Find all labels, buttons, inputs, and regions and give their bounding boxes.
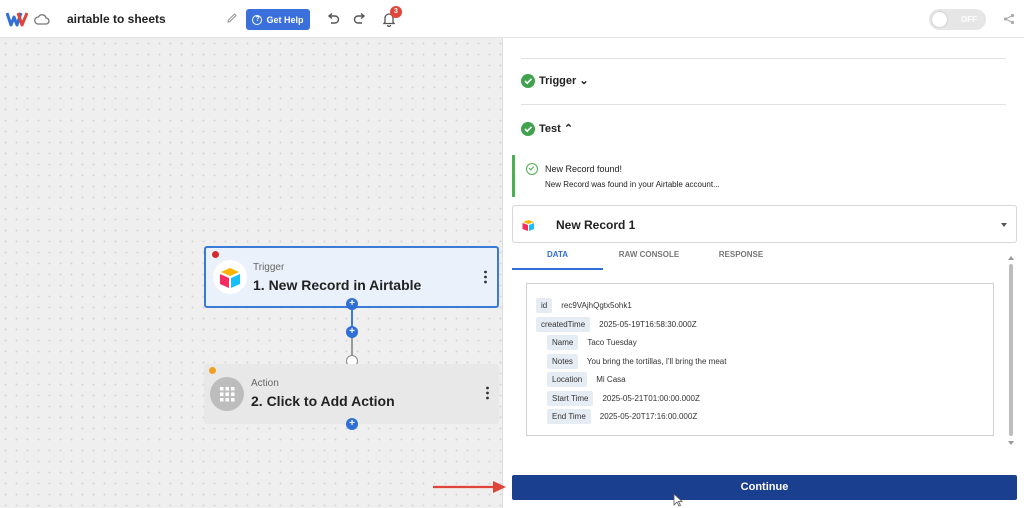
panel-scrollbar[interactable] <box>1008 256 1014 446</box>
airtable-app-icon <box>213 260 247 294</box>
add-step-plus-icon[interactable]: + <box>346 326 358 338</box>
grid-apps-icon <box>210 377 244 411</box>
redo-icon[interactable] <box>353 12 367 26</box>
share-icon[interactable] <box>1003 13 1015 25</box>
trigger-type-label: Trigger <box>253 262 285 273</box>
workflow-on-off-toggle[interactable]: OFF <box>929 9 986 30</box>
data-row: id rec9VAjhQgtx5ohk1 <box>536 298 632 313</box>
dropdown-caret-icon <box>1001 223 1007 227</box>
mouse-cursor-icon <box>673 493 683 507</box>
connector-handle-icon[interactable]: + <box>346 298 358 310</box>
cloud-sync-icon <box>34 14 50 25</box>
data-row: Location Mi Casa <box>547 372 626 387</box>
step-config-panel: Trigger ⌄ Test ⌃ New Record found! New R… <box>502 38 1024 508</box>
record-data-viewer: id rec9VAjhQgtx5ohk1 createdTime 2025-05… <box>526 283 994 436</box>
undo-icon[interactable] <box>326 12 340 26</box>
selected-record-name: New Record 1 <box>556 218 636 232</box>
scroll-down-arrow-icon[interactable] <box>1008 441 1014 445</box>
chevron-up-icon: ⌃ <box>563 123 574 135</box>
get-help-label: Get Help <box>266 14 304 25</box>
continue-button[interactable]: Continue <box>512 475 1017 500</box>
action-step-card[interactable]: Action 2. Click to Add Action <box>204 364 499 424</box>
test-section-header[interactable]: Test ⌃ <box>539 122 573 135</box>
field-key: createdTime <box>536 317 591 332</box>
airtable-app-icon <box>522 220 534 231</box>
field-key: Start Time <box>547 391 594 406</box>
test-section-label: Test <box>539 123 561 135</box>
action-type-label: Action <box>251 378 279 389</box>
more-options-icon[interactable] <box>486 386 489 400</box>
field-value: You bring the tortillas, I'll bring the … <box>586 357 727 366</box>
toggle-knob <box>932 12 947 27</box>
data-row: createdTime 2025-05-19T16:58:30.000Z <box>536 317 697 332</box>
test-complete-check-icon <box>521 122 535 136</box>
data-row: Name Taco Tuesday <box>547 335 637 350</box>
record-select-dropdown[interactable]: New Record 1 <box>512 205 1017 243</box>
warning-indicator-dot <box>209 367 216 374</box>
alert-message: New Record was found in your Airtable ac… <box>545 180 720 189</box>
tab-data[interactable]: DATA <box>512 246 603 270</box>
red-pointer-arrow-icon <box>433 481 506 493</box>
field-key: Name <box>547 335 579 350</box>
data-row: Start Time 2025-05-21T01:00:00.000Z <box>547 391 700 406</box>
section-divider <box>521 58 1006 59</box>
data-row: Notes You bring the tortillas, I'll brin… <box>547 354 726 369</box>
field-value: 2025-05-20T17:16:00.000Z <box>599 412 698 421</box>
trigger-complete-check-icon <box>521 74 535 88</box>
success-alert: New Record found! New Record was found i… <box>512 155 1012 197</box>
app-logo-icon[interactable] <box>6 11 28 27</box>
top-toolbar: airtable to sheets ? Get Help 3 OFF <box>0 0 1024 38</box>
field-key: End Time <box>547 409 591 424</box>
field-key: Notes <box>547 354 578 369</box>
data-row: End Time 2025-05-20T17:16:00.000Z <box>547 409 697 424</box>
field-key: Location <box>547 372 588 387</box>
chevron-down-icon: ⌄ <box>579 75 589 87</box>
error-indicator-dot <box>212 251 219 258</box>
add-action-plus-icon[interactable]: + <box>346 418 358 430</box>
trigger-section-label: Trigger <box>539 75 577 87</box>
field-value: 2025-05-21T01:00:00.000Z <box>602 394 700 403</box>
action-step-name: 2. Click to Add Action <box>251 393 395 409</box>
field-value: Taco Tuesday <box>587 338 637 347</box>
tab-raw-console[interactable]: RAW CONSOLE <box>603 246 695 270</box>
trigger-step-name: 1. New Record in Airtable <box>253 277 422 293</box>
scroll-up-arrow-icon[interactable] <box>1008 256 1014 260</box>
field-value: 2025-05-19T16:58:30.000Z <box>599 320 697 329</box>
notification-count-badge: 3 <box>390 6 402 18</box>
toggle-label: OFF <box>961 15 977 24</box>
workflow-title[interactable]: airtable to sheets <box>67 12 166 26</box>
edit-pencil-icon[interactable] <box>226 12 238 24</box>
get-help-button[interactable]: ? Get Help <box>246 9 310 30</box>
field-value: Mi Casa <box>596 375 626 384</box>
alert-title: New Record found! <box>545 164 623 174</box>
question-icon: ? <box>252 14 263 25</box>
field-value: rec9VAjhQgtx5ohk1 <box>561 301 632 310</box>
step-connector-line-2 <box>351 338 353 355</box>
more-options-icon[interactable] <box>484 270 487 284</box>
tab-response[interactable]: RESPONSE <box>695 246 787 270</box>
success-check-icon <box>526 163 538 175</box>
output-tabs: DATA RAW CONSOLE RESPONSE <box>512 246 1007 270</box>
section-divider <box>521 104 1006 105</box>
scrollbar-thumb[interactable] <box>1009 264 1013 436</box>
field-key: id <box>536 298 553 313</box>
trigger-section-header[interactable]: Trigger ⌄ <box>539 74 589 87</box>
